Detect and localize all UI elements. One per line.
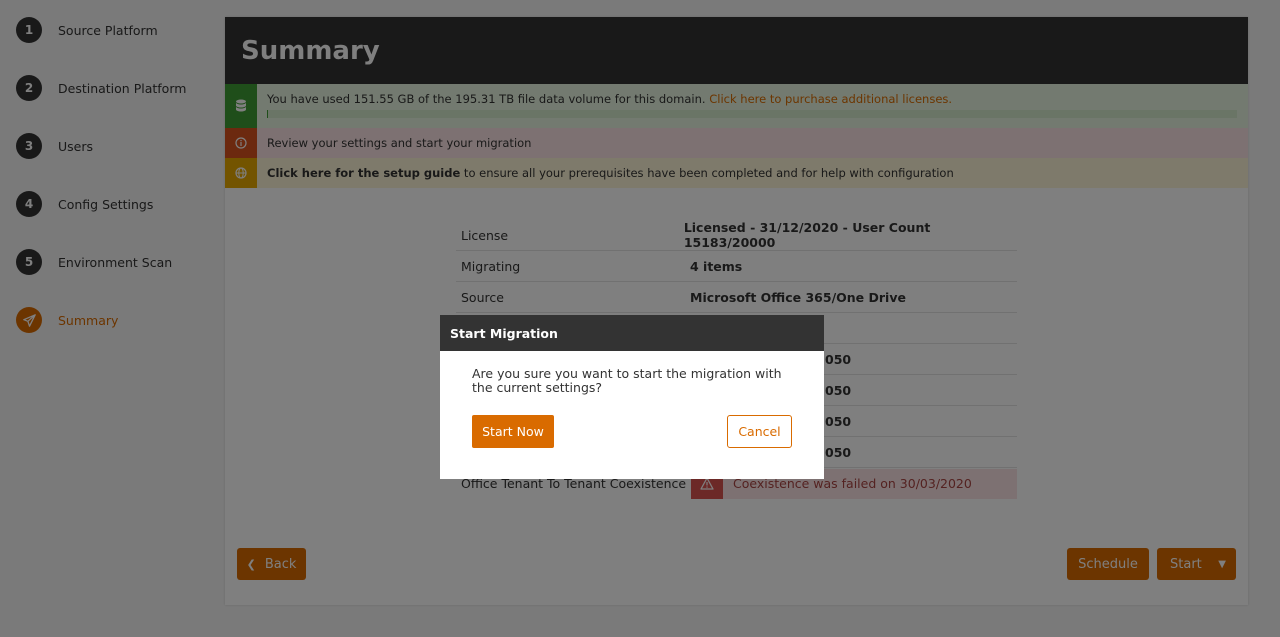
dialog-title: Start Migration xyxy=(440,315,824,351)
dialog-message: Are you sure you want to start the migra… xyxy=(472,366,782,395)
start-now-button[interactable]: Start Now xyxy=(472,415,554,448)
cancel-button[interactable]: Cancel xyxy=(727,415,792,448)
start-migration-dialog: Start Migration Are you sure you want to… xyxy=(440,315,824,479)
